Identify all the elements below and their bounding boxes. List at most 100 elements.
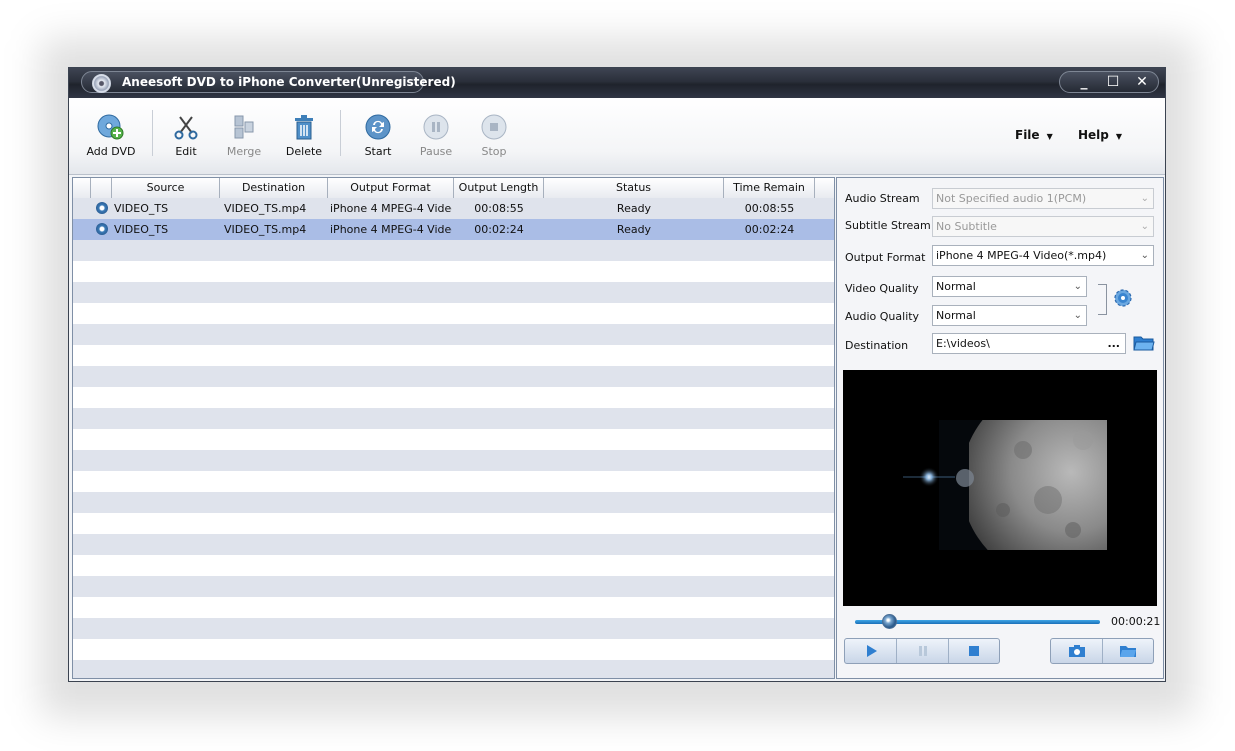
row-stripe — [73, 408, 834, 429]
table-row[interactable]: VIDEO_TS VIDEO_TS.mp4 iPhone 4 MPEG-4 Vi… — [73, 198, 834, 219]
delete-label: Delete — [285, 145, 323, 158]
audio-stream-select[interactable]: Not Specified audio 1(PCM) ⌄ — [932, 188, 1154, 209]
add-dvd-button[interactable]: Add DVD — [83, 113, 139, 158]
start-button[interactable]: Start — [350, 113, 406, 158]
cell-output-format: iPhone 4 MPEG-4 Video(*. — [330, 223, 452, 236]
row-stripe — [73, 492, 834, 513]
window-controls: _ ☐ ✕ — [1059, 71, 1159, 93]
file-menu[interactable]: File ▼ — [1015, 128, 1053, 142]
cell-destination: VIDEO_TS.mp4 — [224, 223, 307, 236]
scissors-icon — [174, 116, 198, 140]
audio-quality-select[interactable]: Normal ⌄ — [932, 305, 1087, 326]
pause-playback-button[interactable] — [897, 639, 949, 663]
row-stripe — [73, 366, 834, 387]
chevron-down-icon: ⌄ — [1140, 221, 1149, 232]
header-spacer — [73, 178, 91, 198]
settings-panel: Audio Stream Not Specified audio 1(PCM) … — [836, 177, 1164, 679]
header-check[interactable] — [91, 178, 112, 198]
chevron-down-icon: ⌄ — [1073, 310, 1082, 321]
quality-bracket — [1098, 284, 1107, 315]
folder-icon — [1120, 646, 1136, 657]
moon-frame-image — [843, 370, 1157, 606]
row-stripe — [73, 618, 834, 639]
audio-quality-label: Audio Quality — [845, 310, 920, 323]
cell-source: VIDEO_TS — [114, 202, 169, 215]
chevron-down-icon: ⌄ — [1140, 250, 1149, 261]
header-spacer — [815, 178, 834, 198]
cell-output-length: 00:02:24 — [474, 223, 524, 236]
start-convert-icon — [365, 114, 391, 140]
stop-playback-button[interactable] — [949, 639, 999, 663]
row-disc-icon — [96, 202, 108, 214]
row-stripe — [73, 534, 834, 555]
toolbar-separator — [152, 110, 153, 156]
subtitle-stream-label: Subtitle Stream — [845, 219, 931, 232]
file-menu-label: File — [1015, 128, 1040, 142]
help-menu[interactable]: Help ▼ — [1078, 128, 1122, 142]
header-destination[interactable]: Destination — [220, 178, 328, 198]
header-status[interactable]: Status — [544, 178, 724, 198]
header-output-format[interactable]: Output Format — [328, 178, 454, 198]
header-time-remain[interactable]: Time Remain — [724, 178, 815, 198]
edit-label: Edit — [175, 145, 197, 158]
stop-icon — [481, 114, 507, 140]
snapshot-button[interactable] — [1051, 639, 1103, 663]
pause-icon — [918, 646, 927, 656]
destination-input[interactable]: E:\videos\ ... — [932, 333, 1126, 354]
merge-label: Merge — [226, 145, 262, 158]
cell-status: Ready — [616, 202, 652, 215]
playback-controls — [844, 638, 1000, 664]
chevron-down-icon: ⌄ — [1073, 281, 1082, 292]
table-row-selected[interactable]: VIDEO_TS VIDEO_TS.mp4 iPhone 4 MPEG-4 Vi… — [73, 219, 834, 240]
video-quality-label: Video Quality — [845, 282, 919, 295]
browse-dots-button[interactable]: ... — [1107, 334, 1120, 353]
maximize-icon[interactable]: ☐ — [1101, 72, 1125, 92]
stop-icon — [969, 646, 979, 656]
video-quality-select[interactable]: Normal ⌄ — [932, 276, 1087, 297]
file-list: Source Destination Output Format Output … — [72, 177, 835, 679]
stop-label: Stop — [481, 145, 507, 158]
main-window: Aneesoft DVD to iPhone Converter(Unregis… — [68, 67, 1166, 682]
open-folder-icon[interactable] — [1133, 334, 1155, 352]
merge-icon — [234, 115, 254, 139]
output-format-value: iPhone 4 MPEG-4 Video(*.mp4) — [936, 249, 1107, 262]
help-menu-label: Help — [1078, 128, 1109, 142]
toolbar-separator — [340, 110, 341, 156]
stop-button[interactable]: Stop — [466, 113, 522, 158]
video-quality-value: Normal — [936, 280, 976, 293]
seek-thumb[interactable] — [881, 614, 897, 629]
pause-label: Pause — [419, 145, 453, 158]
list-header: Source Destination Output Format Output … — [73, 178, 834, 199]
open-snapshot-folder-button[interactable] — [1103, 639, 1153, 663]
header-source[interactable]: Source — [112, 178, 220, 198]
play-button[interactable] — [845, 639, 897, 663]
add-dvd-label: Add DVD — [86, 145, 136, 158]
row-stripe — [73, 240, 834, 261]
header-output-length[interactable]: Output Length — [454, 178, 544, 198]
cell-status: Ready — [616, 223, 652, 236]
subtitle-stream-select[interactable]: No Subtitle ⌄ — [932, 216, 1154, 237]
row-stripe — [73, 450, 834, 471]
delete-button[interactable]: Delete — [276, 113, 332, 158]
merge-button[interactable]: Merge — [216, 113, 272, 158]
trash-icon — [295, 115, 313, 140]
row-stripe — [73, 660, 834, 678]
camera-icon — [1068, 645, 1085, 657]
toolbar: Add DVD Edit Merge Delete Start Pause St… — [69, 98, 1165, 175]
pause-icon — [423, 114, 449, 140]
edit-button[interactable]: Edit — [158, 113, 214, 158]
minimize-icon[interactable]: _ — [1072, 72, 1096, 92]
cell-source: VIDEO_TS — [114, 223, 169, 236]
playback-time: 00:00:21 — [1111, 615, 1161, 628]
gear-icon[interactable] — [1113, 288, 1133, 308]
chevron-down-icon: ▼ — [1115, 132, 1123, 141]
snapshot-controls — [1050, 638, 1154, 664]
close-icon[interactable]: ✕ — [1130, 72, 1154, 92]
output-format-select[interactable]: iPhone 4 MPEG-4 Video(*.mp4) ⌄ — [932, 245, 1154, 266]
row-stripe — [73, 282, 834, 303]
audio-stream-value: Not Specified audio 1(PCM) — [936, 192, 1087, 205]
destination-label: Destination — [845, 339, 909, 352]
pause-button[interactable]: Pause — [408, 113, 464, 158]
cell-output-format: iPhone 4 MPEG-4 Video(*. — [330, 202, 452, 215]
output-format-label: Output Format — [845, 251, 926, 264]
